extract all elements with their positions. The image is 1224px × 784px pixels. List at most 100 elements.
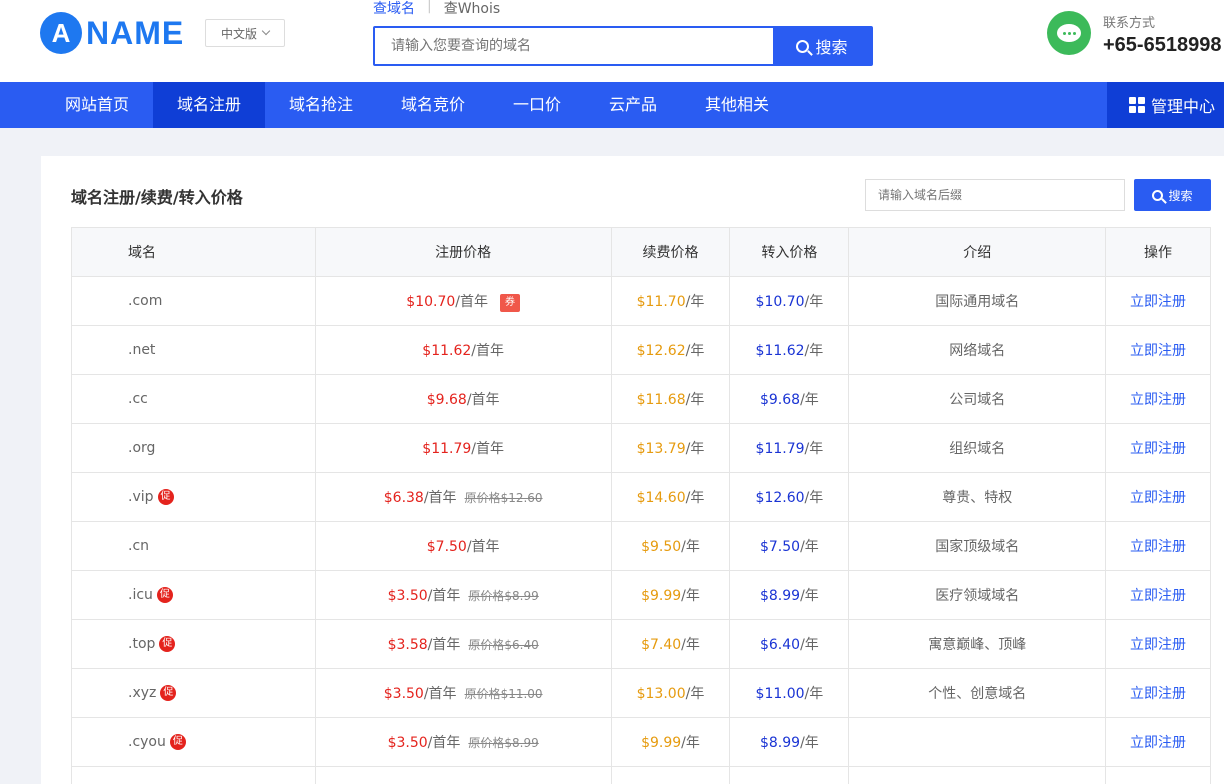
transfer-price: $6.40 <box>759 637 801 653</box>
search-button-label: 搜索 <box>815 38 848 57</box>
renew-price-cell: $13.00/年 <box>610 668 731 718</box>
intro-cell <box>848 717 1107 767</box>
first-year-unit: /首年 <box>423 686 457 702</box>
action-cell: 立即注册 <box>1105 276 1211 326</box>
table-row: .icu 促 $3.50/首年 原价格$8.99 $9.99/年 $8.99/年 医疗领域域… <box>71 570 1211 620</box>
register-now-link[interactable]: 立即注册 <box>1130 392 1186 408</box>
table-row: .com $10.70/首年券 $11.70/年 $10.70/年 国际通用域名 立即注册 <box>71 276 1211 326</box>
transfer-price-cell: $8.99/年 <box>729 717 850 767</box>
domain-cell: .org <box>71 423 316 473</box>
register-price: $3.50 <box>387 588 428 604</box>
tab-domain-search[interactable]: 查域名 <box>373 0 427 18</box>
register-now-link[interactable]: 立即注册 <box>1130 735 1186 751</box>
nav-item-domain-snap[interactable]: 域名抢注 <box>265 82 377 128</box>
site-header: A NAME 中文版 查域名 | 查Whois 搜索 联系方式 +65-6518… <box>0 0 1224 82</box>
renew-price: $11.70 <box>636 294 686 310</box>
year-unit: /年 <box>681 539 700 555</box>
nav-item-domain-auction[interactable]: 域名竞价 <box>377 82 489 128</box>
column-header-action: 操作 <box>1105 227 1211 277</box>
action-cell: 立即注册 <box>1105 423 1211 473</box>
original-price: 原价格$12.60 <box>464 491 543 505</box>
intro-cell: 尊贵、特权 <box>848 472 1107 522</box>
suffix-search-input[interactable] <box>865 179 1125 211</box>
register-price: $3.50 <box>387 735 428 751</box>
table-row: .top 促 $3.58/首年 原价格$6.40 $7.40/年 $6.40/年 寓意巅峰、… <box>71 619 1211 669</box>
register-price-cell: $9.68/首年 <box>314 374 612 424</box>
transfer-price: $8.99 <box>759 735 801 751</box>
domain-search-button[interactable]: 搜索 <box>773 28 871 64</box>
register-now-link[interactable]: 立即注册 <box>1130 637 1186 653</box>
promo-badge: 促 <box>169 734 186 750</box>
suffix-search-button[interactable]: 搜索 <box>1134 179 1211 211</box>
logo[interactable]: A NAME <box>40 12 184 54</box>
language-label: 中文版 <box>220 26 257 41</box>
nav-item-cloud[interactable]: 云产品 <box>585 82 681 128</box>
renew-price-cell: $14.60/年 <box>610 472 731 522</box>
coupon-badge[interactable]: 券 <box>500 293 521 312</box>
transfer-price-cell: $8.99/年 <box>729 570 850 620</box>
year-unit: /年 <box>800 735 819 751</box>
transfer-price-cell: $11.62/年 <box>729 325 850 375</box>
renew-price: $13.79 <box>636 441 686 457</box>
action-cell: 立即注册 <box>1105 374 1211 424</box>
register-now-link[interactable]: 立即注册 <box>1130 539 1186 555</box>
nav-item-home[interactable]: 网站首页 <box>41 82 153 128</box>
year-unit: /年 <box>685 490 705 506</box>
renew-price: $9.99 <box>641 735 682 751</box>
register-now-link[interactable]: 立即注册 <box>1130 686 1186 702</box>
domain-search-box: 搜索 <box>373 26 873 66</box>
table-row: .cc $9.68/首年 $11.68/年 $9.68/年 公司域名 立即注册 <box>71 374 1211 424</box>
year-unit: /年 <box>685 343 705 359</box>
intro-cell: 国际通用域名 <box>848 276 1107 326</box>
language-select[interactable]: 中文版 <box>205 19 285 47</box>
register-price-cell: $3.50/首年 原价格$8.99 <box>314 570 612 620</box>
transfer-price: $10.70 <box>755 294 805 310</box>
table-row: .net $11.62/首年 $12.62/年 $11.62/年 网络域名 立即注册 <box>71 325 1211 375</box>
register-now-link[interactable]: 立即注册 <box>1130 294 1186 310</box>
domain-cell: .cn <box>71 521 316 571</box>
domain-suffix: .cn <box>128 538 150 554</box>
register-price-cell: $11.79/首年 <box>314 423 612 473</box>
first-year-unit: /首年 <box>423 490 457 506</box>
transfer-price: $8.99 <box>759 588 801 604</box>
intro-cell <box>848 766 1107 784</box>
wechat-icon[interactable] <box>1047 11 1091 55</box>
year-unit: /年 <box>681 735 700 751</box>
renew-price-cell: $9.99/年 <box>610 570 731 620</box>
year-unit: /年 <box>685 686 705 702</box>
transfer-price: $7.50 <box>759 539 801 555</box>
first-year-unit: /首年 <box>466 392 500 408</box>
domain-search-input[interactable] <box>375 28 773 64</box>
domain-cell: .xyz 促 <box>71 668 316 718</box>
register-now-link[interactable]: 立即注册 <box>1130 343 1186 359</box>
transfer-price-cell: $11.79/年 <box>729 423 850 473</box>
chevron-down-icon <box>261 26 271 36</box>
register-now-link[interactable]: 立即注册 <box>1130 441 1186 457</box>
action-cell <box>1105 766 1211 784</box>
nav-item-domain-register[interactable]: 域名注册 <box>153 82 265 128</box>
nav-item-other[interactable]: 其他相关 <box>681 82 793 128</box>
domain-cell: .top 促 <box>71 619 316 669</box>
transfer-price-cell <box>729 766 850 784</box>
page-title: 域名注册/续费/转入价格 <box>71 188 243 207</box>
nav-item-fixed-price[interactable]: 一口价 <box>489 82 585 128</box>
register-now-link[interactable]: 立即注册 <box>1130 490 1186 506</box>
transfer-price-cell: $11.00/年 <box>729 668 850 718</box>
domain-cell: .com <box>71 276 316 326</box>
register-price-cell: $3.50/首年 原价格$11.00 <box>314 668 612 718</box>
renew-price-cell: $11.68/年 <box>610 374 731 424</box>
year-unit: /年 <box>800 588 819 604</box>
register-now-link[interactable]: 立即注册 <box>1130 588 1186 604</box>
column-header-register: 注册价格 <box>314 227 612 277</box>
register-price: $3.58 <box>387 637 428 653</box>
tab-whois[interactable]: 查Whois <box>444 0 512 18</box>
renew-price-cell: $9.99/年 <box>610 717 731 767</box>
transfer-price-cell: $12.60/年 <box>729 472 850 522</box>
renew-price-cell: $11.70/年 <box>610 276 731 326</box>
year-unit: /年 <box>681 588 700 604</box>
transfer-price: $11.62 <box>755 343 805 359</box>
register-price-cell: $6.38/首年 原价格$12.60 <box>314 472 612 522</box>
year-unit: /年 <box>804 441 824 457</box>
action-cell: 立即注册 <box>1105 521 1211 571</box>
admin-center-button[interactable]: 管理中心 <box>1107 82 1224 128</box>
